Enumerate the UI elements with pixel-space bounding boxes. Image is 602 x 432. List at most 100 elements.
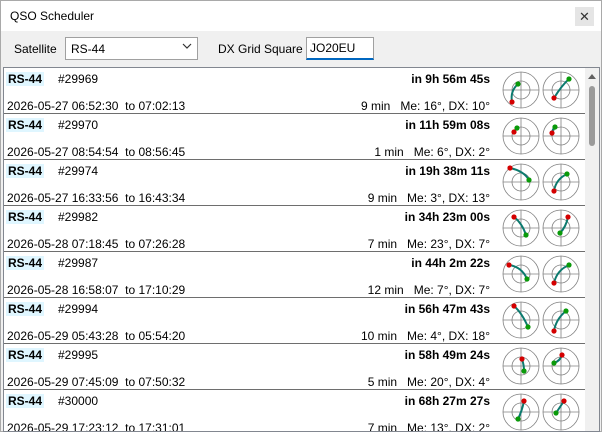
pass-row[interactable]: RS-44 #29969 in 9h 56m 45s 2026-05-27 06…	[4, 68, 586, 114]
los-marker	[564, 171, 570, 177]
dx-polar-plot	[542, 393, 580, 431]
aos-marker	[507, 165, 513, 171]
grid-square-input[interactable]	[306, 37, 374, 60]
pass-number: #29969	[58, 72, 99, 86]
my-polar-plot	[502, 347, 540, 385]
pass-start: 07:18:45	[71, 237, 119, 251]
pass-elevation: Me: 16°, DX: 10°	[400, 99, 490, 113]
my-polar-plot	[502, 301, 540, 339]
pass-elevation: Me: 23°, DX: 7°	[407, 237, 490, 251]
pass-details: 10 min Me: 4°, DX: 18°	[361, 329, 490, 343]
pass-rows: RS-44 #29969 in 9h 56m 45s 2026-05-27 06…	[4, 68, 586, 432]
aos-marker	[561, 398, 567, 404]
pass-timespan: 2026-05-28 07:18:45 to 07:26:28	[7, 237, 186, 251]
pass-elevation: Me: 20°, DX: 4°	[407, 375, 490, 389]
satellite-name: RS-44	[6, 302, 45, 316]
pass-timespan: 2026-05-29 17:23:12 to 17:31:01	[7, 421, 185, 432]
pass-timespan: 2026-05-27 06:52:30 to 07:02:13	[7, 99, 186, 113]
pass-date: 2026-05-27	[7, 99, 69, 113]
pass-elevation: Me: 7°, DX: 7°	[413, 283, 490, 297]
los-marker	[514, 125, 520, 131]
satellite-name: RS-44	[6, 164, 45, 178]
pass-details: 7 min Me: 23°, DX: 7°	[368, 237, 490, 251]
pass-row[interactable]: RS-44 #29995 in 58h 49m 24s 2026-05-29 0…	[4, 344, 586, 390]
pass-date: 2026-05-29	[7, 421, 69, 432]
my-polar-plot	[502, 117, 540, 155]
pass-end: 16:43:34	[138, 191, 186, 205]
aos-marker	[521, 398, 527, 404]
pass-end: 05:54:20	[138, 329, 186, 343]
los-marker	[551, 360, 557, 366]
aos-marker	[511, 214, 517, 220]
pass-end: 07:50:32	[138, 375, 186, 389]
pass-date: 2026-05-29	[7, 375, 69, 389]
pass-row[interactable]: RS-44 #29974 in 19h 38m 11s 2026-05-27 1…	[4, 160, 586, 206]
pass-date: 2026-05-28	[7, 237, 69, 251]
los-marker	[553, 410, 559, 416]
dx-polar-plot	[542, 255, 580, 293]
pass-duration: 9 min	[367, 191, 398, 205]
los-marker	[525, 324, 531, 330]
pass-elevation: Me: 4°, DX: 18°	[407, 329, 490, 343]
my-polar-plot	[502, 393, 540, 431]
pass-row[interactable]: RS-44 #29987 in 44h 2m 22s 2026-05-28 16…	[4, 252, 586, 298]
pass-timespan: 2026-05-29 05:43:28 to 05:54:20	[7, 329, 186, 343]
pass-track	[508, 264, 528, 280]
my-polar-plot	[502, 255, 540, 293]
pass-details: 1 min Me: 6°, DX: 2°	[374, 145, 490, 159]
aos-marker	[551, 280, 557, 286]
pass-number: #29970	[58, 118, 99, 132]
title-bar: QSO Scheduler ✕	[1, 1, 601, 31]
scrollbar-thumb[interactable]	[589, 86, 595, 146]
countdown: in 19h 38m 11s	[405, 164, 490, 178]
pass-end: 08:56:45	[138, 145, 186, 159]
los-marker	[552, 124, 558, 130]
pass-duration: 10 min	[361, 329, 398, 343]
aos-marker	[509, 99, 515, 105]
dx-polar-plot	[542, 117, 580, 155]
pass-track	[553, 78, 570, 99]
aos-marker	[559, 352, 565, 358]
pass-start: 07:45:09	[71, 375, 119, 389]
pass-row[interactable]: RS-44 #29970 in 11h 59m 08s 2026-05-27 0…	[4, 114, 586, 160]
los-marker	[524, 276, 530, 282]
grid-square-label: DX Grid Square	[218, 42, 303, 56]
countdown: in 34h 23m 00s	[404, 210, 490, 224]
aos-marker	[551, 95, 557, 101]
pass-row[interactable]: RS-44 #30000 in 68h 27m 27s 2026-05-29 1…	[4, 390, 586, 432]
los-marker	[515, 416, 521, 422]
los-marker	[566, 262, 572, 268]
pass-row[interactable]: RS-44 #29982 in 34h 23m 00s 2026-05-28 0…	[4, 206, 586, 252]
countdown: in 44h 2m 22s	[411, 256, 490, 270]
satellite-select[interactable]: RS-44	[65, 37, 198, 60]
aos-marker	[551, 328, 557, 334]
satellite-name: RS-44	[6, 394, 45, 408]
satellite-name: RS-44	[6, 210, 45, 224]
close-button[interactable]: ✕	[575, 7, 594, 26]
pass-timespan: 2026-05-28 16:58:07 to 17:10:29	[7, 283, 186, 297]
countdown: in 11h 59m 08s	[405, 118, 490, 132]
vertical-scrollbar[interactable]	[585, 68, 599, 431]
pass-details: 9 min Me: 3°, DX: 13°	[368, 191, 490, 205]
pass-number: #29995	[58, 348, 99, 362]
countdown: in 9h 56m 45s	[411, 72, 490, 86]
pass-date: 2026-05-27	[7, 191, 69, 205]
pass-start: 17:23:12	[71, 421, 119, 432]
aos-marker	[511, 303, 517, 309]
pass-elevation: Me: 13°, DX: 2°	[407, 421, 490, 432]
pass-start: 05:43:28	[71, 329, 119, 343]
pass-duration: 1 min	[374, 145, 404, 159]
los-marker	[526, 177, 532, 183]
pass-start: 16:33:56	[71, 191, 119, 205]
pass-list[interactable]: RS-44 #29969 in 9h 56m 45s 2026-05-27 06…	[3, 67, 600, 432]
pass-start: 16:58:07	[71, 283, 119, 297]
scroll-up-icon[interactable]	[588, 72, 596, 80]
pass-row[interactable]: RS-44 #29994 in 56h 47m 43s 2026-05-29 0…	[4, 298, 586, 344]
los-marker	[566, 76, 572, 82]
satellite-name: RS-44	[6, 348, 45, 362]
my-polar-plot	[502, 209, 540, 247]
pass-details: 12 min Me: 7°, DX: 7°	[368, 283, 490, 297]
window-title: QSO Scheduler	[10, 9, 95, 23]
my-polar-plot	[502, 71, 540, 109]
pass-elevation: Me: 6°, DX: 2°	[413, 145, 490, 159]
